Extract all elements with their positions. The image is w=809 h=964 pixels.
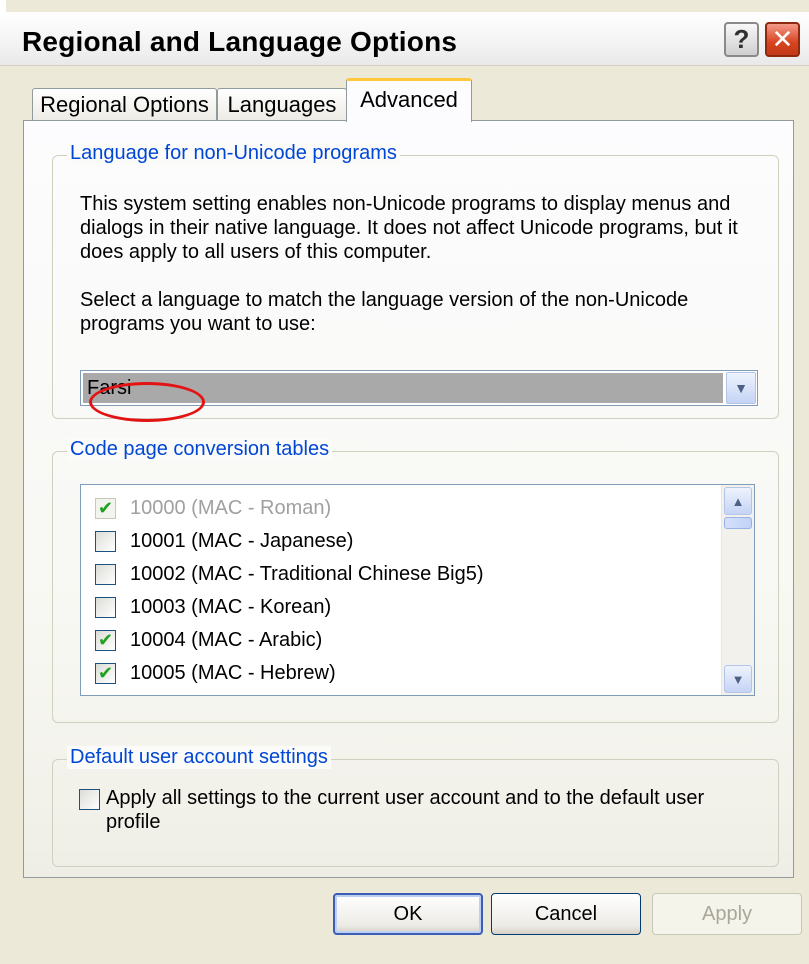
list-scrollbar[interactable]: ▲ ▼ bbox=[721, 485, 754, 695]
non-unicode-instruction: Select a language to match the language … bbox=[80, 289, 689, 335]
scroll-thumb[interactable] bbox=[724, 517, 752, 529]
language-dropdown[interactable]: Farsi ▼ bbox=[80, 370, 758, 406]
non-unicode-group: Language for non-Unicode programs This s… bbox=[52, 142, 779, 422]
list-item-label: 10001 (MAC - Japanese) bbox=[130, 529, 354, 552]
close-icon: ✕ bbox=[771, 24, 794, 54]
default-user-legend: Default user account settings bbox=[67, 746, 331, 769]
list-item[interactable]: 10002 (MAC - Traditional Chinese Big5) bbox=[95, 559, 484, 589]
tab-languages[interactable]: Languages bbox=[217, 88, 347, 121]
code-page-group: Code page conversion tables ✔ 10000 (MAC… bbox=[52, 438, 779, 723]
apply-default-user-row[interactable]: Apply all settings to the current user a… bbox=[79, 786, 746, 834]
checkbox-checked[interactable]: ✔ bbox=[95, 662, 116, 684]
list-item[interactable]: 10001 (MAC - Japanese) bbox=[95, 526, 353, 556]
title-bar[interactable]: Regional and Language Options ? ✕ bbox=[0, 12, 809, 66]
scroll-down-button[interactable]: ▼ bbox=[724, 665, 752, 693]
list-item-label: 10000 (MAC - Roman) bbox=[130, 496, 332, 519]
list-item[interactable]: ✔ 10005 (MAC - Hebrew) bbox=[95, 658, 336, 688]
tab-regional-options[interactable]: Regional Options bbox=[32, 88, 217, 121]
tab-panel-advanced: Language for non-Unicode programs This s… bbox=[23, 120, 794, 878]
default-user-group: Default user account settings Apply all … bbox=[52, 746, 779, 867]
chevron-down-icon: ▼ bbox=[734, 380, 748, 396]
list-item[interactable]: 10003 (MAC - Korean) bbox=[95, 592, 331, 622]
chevron-down-icon: ▼ bbox=[731, 671, 745, 687]
code-page-legend: Code page conversion tables bbox=[67, 438, 333, 461]
checkbox-unchecked[interactable] bbox=[95, 530, 116, 552]
language-dropdown-value: Farsi bbox=[83, 373, 723, 403]
chevron-up-icon: ▲ bbox=[731, 493, 745, 509]
ok-button[interactable]: OK bbox=[333, 893, 483, 935]
language-dropdown-button[interactable]: ▼ bbox=[726, 372, 756, 404]
checkbox-checked[interactable]: ✔ bbox=[95, 629, 116, 651]
window-title: Regional and Language Options bbox=[22, 26, 458, 57]
list-item[interactable]: ✔ 10000 (MAC - Roman) bbox=[95, 493, 331, 523]
checkbox-checked[interactable]: ✔ bbox=[95, 497, 116, 519]
cancel-button[interactable]: Cancel bbox=[491, 893, 641, 935]
dialog-window: Regional and Language Options ? ✕ Region… bbox=[0, 0, 809, 964]
apply-default-user-checkbox[interactable] bbox=[79, 789, 100, 810]
list-item-label: 10005 (MAC - Hebrew) bbox=[130, 661, 336, 684]
apply-default-user-label: Apply all settings to the current user a… bbox=[106, 787, 705, 833]
list-item-label: 10004 (MAC - Arabic) bbox=[130, 628, 323, 651]
non-unicode-legend: Language for non-Unicode programs bbox=[67, 142, 400, 165]
close-button[interactable]: ✕ bbox=[765, 22, 800, 57]
scroll-up-button[interactable]: ▲ bbox=[724, 487, 752, 515]
list-item-label: 10002 (MAC - Traditional Chinese Big5) bbox=[130, 562, 484, 585]
checkbox-unchecked[interactable] bbox=[95, 596, 116, 618]
tab-advanced[interactable]: Advanced bbox=[346, 78, 472, 122]
apply-button[interactable]: Apply bbox=[652, 893, 802, 935]
non-unicode-description: This system setting enables non-Unicode … bbox=[80, 193, 738, 263]
help-button[interactable]: ? bbox=[724, 22, 759, 57]
help-icon: ? bbox=[733, 24, 750, 54]
checkbox-unchecked[interactable] bbox=[95, 563, 116, 585]
list-item[interactable]: ✔ 10004 (MAC - Arabic) bbox=[95, 625, 322, 655]
list-item-label: 10003 (MAC - Korean) bbox=[130, 595, 332, 618]
code-page-listbox[interactable]: ✔ 10000 (MAC - Roman) 10001 (MAC - Japan… bbox=[80, 484, 755, 696]
